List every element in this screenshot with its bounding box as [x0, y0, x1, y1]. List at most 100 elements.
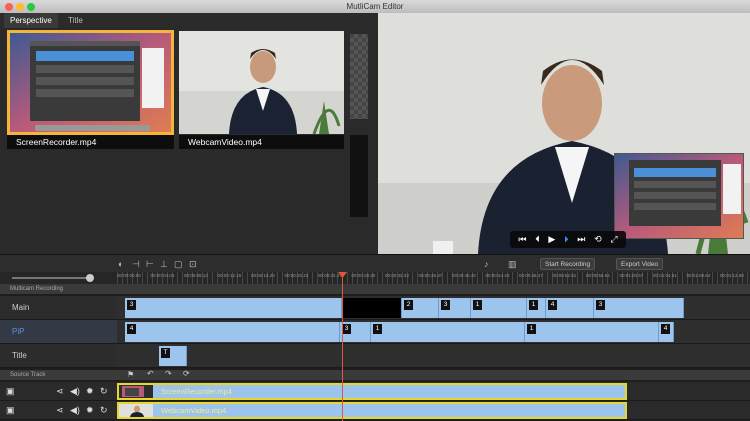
- timecode-label: 00:00:04.03: [150, 273, 175, 278]
- camera-number: 4: [127, 324, 136, 334]
- volume-icon[interactable]: ◀): [70, 386, 80, 397]
- fullscreen-icon[interactable]: ⤢: [610, 234, 617, 245]
- source-clip-name: WebcamVideo.mp4: [161, 406, 227, 415]
- next-icon[interactable]: ⏭: [577, 234, 585, 245]
- timecode-label: 00:01:00.57: [619, 273, 644, 278]
- zoom-slider-track[interactable]: [12, 277, 90, 279]
- section-header-bar: [117, 284, 750, 294]
- camera-number: 1: [527, 324, 536, 334]
- audio-levels-icon[interactable]: ▥: [508, 259, 517, 270]
- refresh-icon[interactable]: ↻: [100, 386, 108, 397]
- empty-placeholder: [350, 135, 368, 217]
- track-segment[interactable]: 4: [659, 322, 674, 342]
- timecode-label: 00:00:52.51: [552, 273, 577, 278]
- zoom-slider-knob[interactable]: [86, 274, 94, 282]
- export-video-button[interactable]: Export Video: [616, 258, 664, 270]
- track-label-pip[interactable]: PiP: [0, 320, 117, 344]
- close-window-button[interactable]: [5, 3, 13, 11]
- preview-viewer[interactable]: ⏮ ⏴ ▶ ⏵ ⏭ ⟲ ⤢: [378, 13, 750, 254]
- pip-track-lane[interactable]: 4 3 1 1 4: [117, 320, 750, 344]
- minimize-window-button[interactable]: [16, 3, 24, 11]
- undo-icon[interactable]: ↶: [147, 369, 154, 378]
- volume-icon[interactable]: ◀): [70, 405, 80, 416]
- timecode-label: 00:01:04.61: [653, 273, 677, 278]
- step-forward-icon[interactable]: ⏵: [564, 234, 569, 245]
- pip-overlay[interactable]: [614, 153, 744, 239]
- editing-toolbar: ◐ ⊣ ⊢ ⊥ ▢ ⊡ ♪ ▥ Start Recording Export V…: [0, 254, 750, 272]
- camera-number: 1: [529, 300, 538, 310]
- trim-icon[interactable]: ⊢: [146, 259, 154, 270]
- tab-title[interactable]: Title: [62, 13, 89, 28]
- color-icon[interactable]: ◐: [118, 259, 123, 269]
- cut-icon[interactable]: ⊥: [160, 259, 168, 270]
- timeline-ruler[interactable]: 00:00:00.00 00:00:04.03 00:00:08.13 00:00:1…: [0, 272, 750, 284]
- track-segment[interactable]: 1: [471, 298, 527, 318]
- timecode-label: 00:00:00.00: [117, 273, 141, 278]
- microphone-icon[interactable]: ♪: [484, 259, 489, 269]
- track-segment-empty[interactable]: [342, 298, 402, 318]
- track-segment[interactable]: 4: [546, 298, 594, 318]
- title-marker: T: [161, 348, 170, 358]
- camera-number: 1: [473, 300, 482, 310]
- track-segment[interactable]: 2: [402, 298, 439, 318]
- source-clip[interactable]: WebcamVideo.mp4: [117, 402, 627, 419]
- track-label-main[interactable]: Main: [0, 296, 117, 320]
- crop-icon[interactable]: ▢: [174, 259, 183, 270]
- timecode-label: 00:00:20.23: [284, 273, 309, 278]
- split-icon[interactable]: ⊣: [132, 259, 140, 270]
- playhead[interactable]: [342, 275, 343, 421]
- camera-number: 4: [548, 300, 557, 310]
- camera-number: 1: [373, 324, 382, 334]
- refresh-icon[interactable]: ⟳: [183, 369, 190, 378]
- timecode-label: 00:00:32.33: [385, 273, 409, 278]
- source-track-row: ▣ ⋖ ◀) ✹ ↻ ScreenRecorder.mp4: [0, 382, 750, 401]
- track-segment[interactable]: 3: [594, 298, 684, 318]
- play-icon[interactable]: ▶: [548, 234, 555, 245]
- camera-number: 2: [404, 300, 413, 310]
- timecode-label: 00:01:12.68: [720, 273, 744, 278]
- track-segment[interactable]: 3: [125, 298, 342, 318]
- media-clip-name: WebcamVideo.mp4: [179, 135, 344, 149]
- tab-perspective[interactable]: Perspective: [4, 13, 58, 28]
- window-title: MutliCam Editor: [346, 2, 404, 11]
- title-segment[interactable]: T: [159, 346, 187, 366]
- webcam-thumbnail: [179, 31, 344, 134]
- track-segment[interactable]: 3: [439, 298, 471, 318]
- source-clip[interactable]: ScreenRecorder.mp4: [117, 383, 627, 400]
- media-tabs: Perspective Title: [0, 13, 378, 28]
- track-segment[interactable]: 1: [525, 322, 659, 342]
- main-track-lane[interactable]: 3 2 3 1 1 4 3: [117, 296, 750, 320]
- track-segment[interactable]: 3: [340, 322, 371, 342]
- redo-icon[interactable]: ↷: [165, 369, 172, 378]
- prev-icon[interactable]: ⏮: [518, 234, 526, 245]
- layout-icon[interactable]: ⊡: [189, 259, 197, 270]
- playback-controls: ⏮ ⏴ ▶ ⏵ ⏭ ⟲ ⤢: [510, 231, 626, 248]
- maximize-window-button[interactable]: [27, 3, 35, 11]
- track-segment[interactable]: 4: [125, 322, 340, 342]
- settings-icon[interactable]: ✹: [86, 386, 94, 397]
- settings-icon[interactable]: ✹: [86, 405, 94, 416]
- timecode-label: 00:00:28.30: [351, 273, 376, 278]
- source-clip-thumbnail: [119, 404, 153, 417]
- loop-icon[interactable]: ⟲: [594, 234, 602, 245]
- step-back-icon[interactable]: ⏴: [535, 234, 540, 245]
- transparent-placeholder: [350, 34, 368, 119]
- title-track-lane[interactable]: T: [117, 344, 750, 368]
- share-icon[interactable]: ⋖: [56, 405, 64, 416]
- multicam-section-header: Multicam Recording: [0, 284, 117, 294]
- source-clip-thumbnail: [119, 385, 153, 398]
- timecode-label: 00:00:40.40: [452, 273, 476, 278]
- camera-number: 3: [596, 300, 605, 310]
- marker-icon[interactable]: ⚑: [127, 370, 134, 379]
- refresh-icon[interactable]: ↻: [100, 405, 108, 416]
- track-segment[interactable]: 1: [371, 322, 525, 342]
- start-recording-button[interactable]: Start Recording: [540, 258, 596, 270]
- camera-number: 3: [441, 300, 450, 310]
- timecode-label: 00:00:08.13: [184, 273, 208, 278]
- track-segment[interactable]: 1: [527, 298, 546, 318]
- track-label-title[interactable]: Title: [0, 344, 117, 368]
- share-icon[interactable]: ⋖: [56, 386, 64, 397]
- timecode-label: 00:01:08.64: [686, 273, 711, 278]
- source-section-header: Source Track: [0, 370, 117, 380]
- camera-number: 3: [127, 300, 136, 310]
